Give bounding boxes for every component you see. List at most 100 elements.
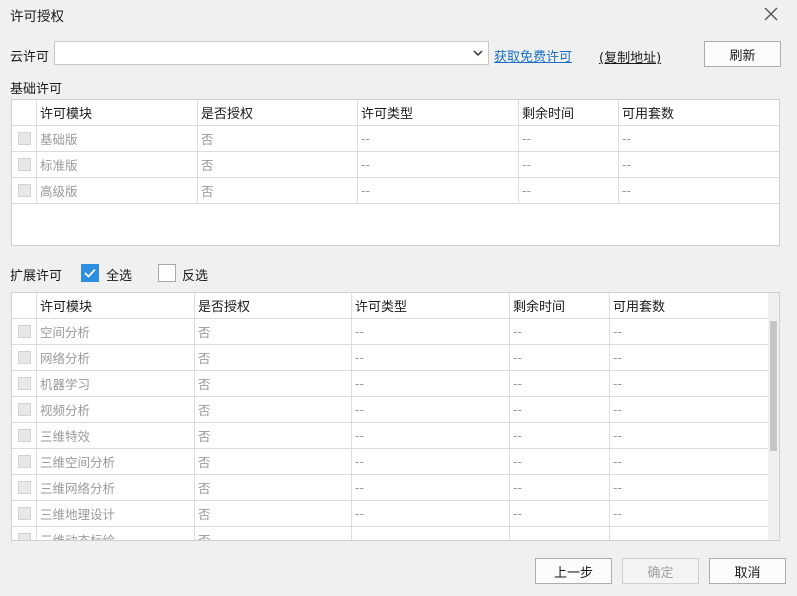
remaining-cell: -- — [510, 449, 610, 474]
count-cell: -- — [613, 350, 623, 365]
column-header[interactable]: 剩余时间 — [510, 293, 610, 318]
table-row[interactable]: 空间分析 否 -- -- -- — [12, 319, 770, 345]
remaining-cell: -- — [510, 397, 610, 422]
module-cell: 三维地理设计 — [37, 501, 195, 526]
row-checkbox[interactable] — [17, 132, 31, 145]
basic-license-label: 基础许可 — [10, 82, 63, 97]
module-cell: 三维特效 — [37, 423, 195, 448]
column-header[interactable]: 是否授权 — [198, 100, 358, 125]
table-header: 许可模块 是否授权 许可类型 剩余时间 可用套数 — [12, 100, 779, 126]
module-cell: 基础版 — [37, 126, 198, 151]
count-cell: -- — [613, 402, 623, 417]
module-cell: 三维网络分析 — [37, 475, 195, 500]
authorized-cell: 否 — [195, 449, 352, 474]
get-free-license-link[interactable]: 获取免费许可 — [494, 46, 572, 65]
column-header[interactable]: 是否授权 — [195, 293, 352, 318]
extended-license-label: 扩展许可 — [10, 269, 63, 284]
select-all-checkbox[interactable] — [81, 264, 99, 282]
table-row[interactable]: 三维特效 否 -- -- -- — [12, 423, 770, 449]
type-cell — [352, 527, 510, 540]
remaining-cell: -- — [519, 152, 619, 177]
count-cell: -- — [613, 324, 623, 339]
basic-license-table: 许可模块 是否授权 许可类型 剩余时间 可用套数 基础版 否 -- -- -- … — [11, 99, 780, 246]
row-checkbox[interactable] — [17, 377, 31, 390]
authorized-cell: 否 — [198, 152, 358, 177]
column-header[interactable]: 剩余时间 — [519, 100, 619, 125]
cloud-license-combo[interactable] — [54, 41, 489, 65]
cancel-button[interactable]: 取消 — [709, 558, 786, 584]
remaining-cell — [510, 527, 610, 540]
remaining-cell: -- — [519, 178, 619, 203]
type-cell: -- — [352, 319, 510, 344]
column-header[interactable]: 许可类型 — [352, 293, 510, 318]
count-cell: -- — [613, 506, 623, 521]
cloud-license-label: 云许可 — [10, 50, 50, 65]
row-checkbox[interactable] — [17, 158, 31, 171]
row-checkbox[interactable] — [17, 351, 31, 364]
type-cell: -- — [358, 178, 519, 203]
count-cell: -- — [622, 131, 632, 146]
table-row[interactable]: 标准版 否 -- -- -- — [12, 152, 779, 178]
column-header[interactable]: 可用套数 — [619, 100, 779, 125]
row-checkbox[interactable] — [17, 429, 31, 442]
table-row[interactable]: 三维空间分析 否 -- -- -- — [12, 449, 770, 475]
table-row[interactable]: 机器学习 否 -- -- -- — [12, 371, 770, 397]
type-cell: -- — [352, 501, 510, 526]
column-header[interactable]: 可用套数 — [610, 293, 770, 318]
count-cell: -- — [613, 376, 623, 391]
module-cell: 高级版 — [37, 178, 198, 203]
remaining-cell: -- — [519, 126, 619, 151]
previous-step-button[interactable]: 上一步 — [535, 558, 612, 584]
count-cell: -- — [622, 183, 632, 198]
refresh-button[interactable]: 刷新 — [704, 41, 781, 67]
column-header[interactable]: 许可类型 — [358, 100, 519, 125]
table-row[interactable]: 三维动态标绘 否 — [12, 527, 770, 540]
authorized-cell: 否 — [195, 345, 352, 370]
type-cell: -- — [358, 152, 519, 177]
count-cell: -- — [613, 480, 623, 495]
type-cell: -- — [352, 397, 510, 422]
module-cell: 标准版 — [37, 152, 198, 177]
table-row[interactable]: 三维网络分析 否 -- -- -- — [12, 475, 770, 501]
row-checkbox[interactable] — [17, 184, 31, 197]
invert-selection-checkbox[interactable] — [158, 264, 176, 282]
select-all-label[interactable]: 全选 — [106, 265, 132, 284]
type-cell: -- — [352, 449, 510, 474]
authorized-cell: 否 — [195, 527, 352, 540]
count-cell — [610, 527, 770, 540]
column-header[interactable]: 许可模块 — [37, 293, 195, 318]
remaining-cell: -- — [510, 345, 610, 370]
vertical-scrollbar[interactable] — [768, 293, 779, 540]
chevron-down-icon — [473, 50, 483, 57]
row-checkbox[interactable] — [17, 455, 31, 468]
authorized-cell: 否 — [198, 126, 358, 151]
table-row[interactable]: 高级版 否 -- -- -- — [12, 178, 779, 204]
row-checkbox[interactable] — [17, 481, 31, 494]
module-cell: 三维空间分析 — [37, 449, 195, 474]
count-cell: -- — [622, 157, 632, 172]
row-checkbox[interactable] — [17, 507, 31, 520]
table-row[interactable]: 三维地理设计 否 -- -- -- — [12, 501, 770, 527]
authorized-cell: 否 — [195, 319, 352, 344]
invert-selection-label[interactable]: 反选 — [182, 265, 208, 284]
column-header[interactable]: 许可模块 — [37, 100, 198, 125]
close-icon[interactable] — [762, 5, 780, 23]
row-checkbox[interactable] — [17, 533, 31, 540]
scrollbar-thumb[interactable] — [770, 321, 777, 451]
row-checkbox[interactable] — [17, 403, 31, 416]
type-cell: -- — [352, 423, 510, 448]
count-cell: -- — [613, 454, 623, 469]
table-row[interactable]: 基础版 否 -- -- -- — [12, 126, 779, 152]
table-row[interactable]: 网络分析 否 -- -- -- — [12, 345, 770, 371]
check-icon — [84, 268, 96, 278]
confirm-button[interactable]: 确定 — [622, 558, 699, 584]
table-row[interactable]: 视频分析 否 -- -- -- — [12, 397, 770, 423]
remaining-cell: -- — [510, 371, 610, 396]
remaining-cell: -- — [510, 319, 610, 344]
authorized-cell: 否 — [195, 397, 352, 422]
copy-address-link[interactable]: (复制地址) — [599, 47, 661, 66]
extended-table-body: 许可模块 是否授权 许可类型 剩余时间 可用套数 空间分析 否 -- -- --… — [12, 293, 770, 540]
module-cell: 空间分析 — [37, 319, 195, 344]
row-checkbox[interactable] — [17, 325, 31, 338]
count-cell: -- — [613, 428, 623, 443]
